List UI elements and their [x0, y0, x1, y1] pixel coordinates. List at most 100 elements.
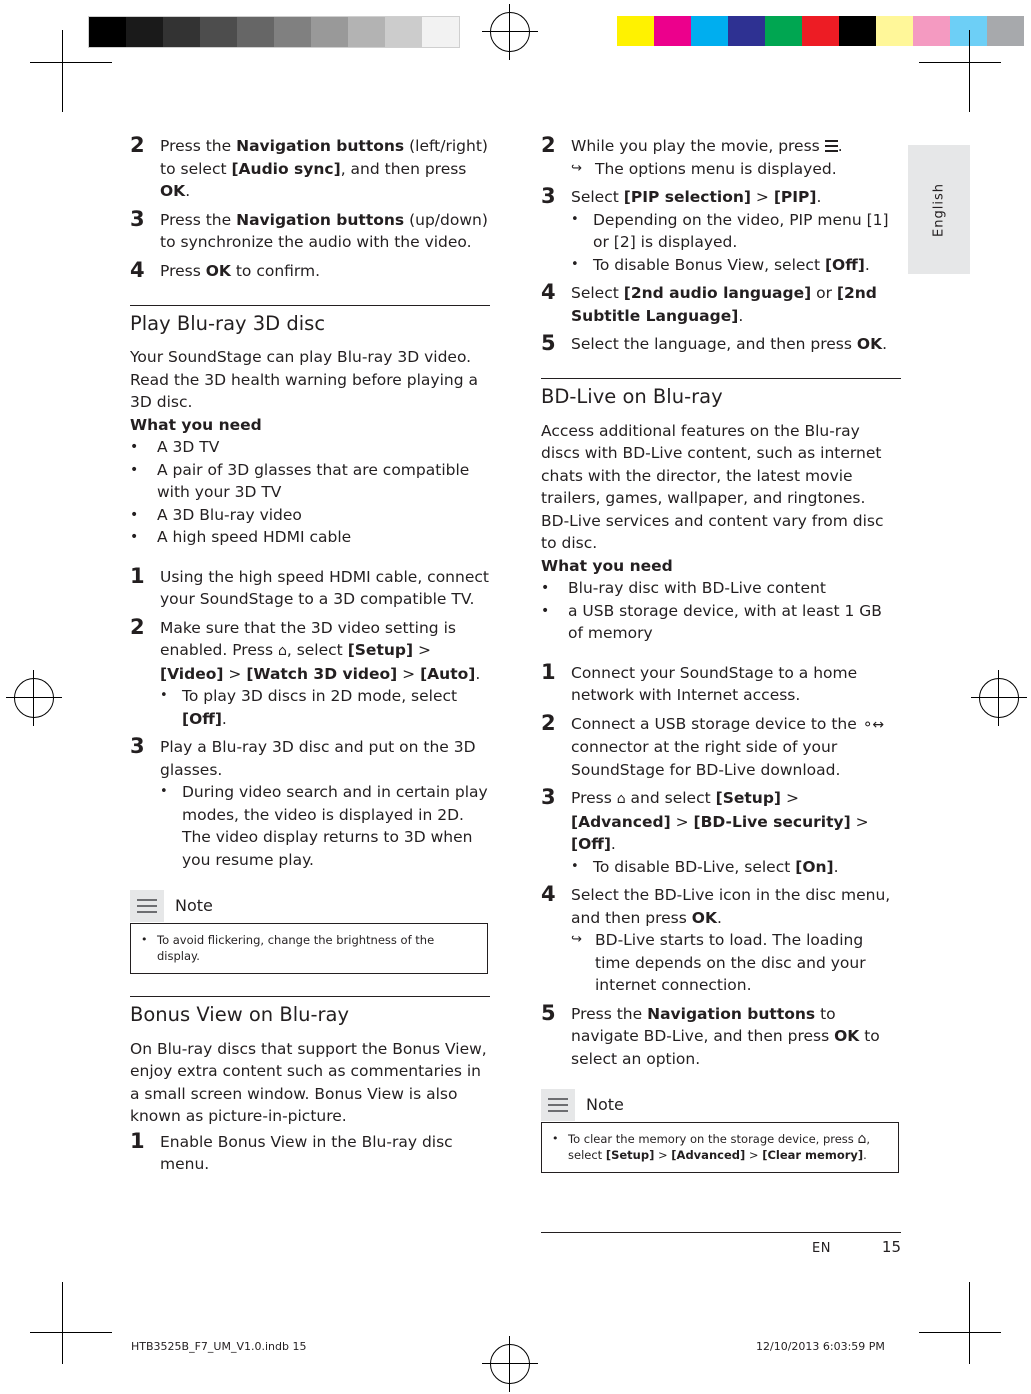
crop-mark — [62, 1282, 63, 1364]
result-text: BD-Live starts to load. The loading time… — [595, 929, 901, 997]
sub-bullet-text: To disable Bonus View, select [Off]. — [593, 254, 901, 277]
body-text: . — [833, 857, 839, 876]
numbered-step: 1 Connect your SoundStage to a home netwo… — [541, 659, 901, 707]
step-paragraph: Make sure that the 3D video setting is e… — [160, 617, 490, 686]
step-number: 1 — [541, 659, 556, 684]
step-paragraph: Enable Bonus View in the Blu-ray disc me… — [160, 1131, 490, 1176]
emphasized-text: [Setup] — [347, 641, 414, 659]
numbered-step: 2 Press the Navigation buttons (left/righ… — [130, 132, 490, 203]
step-number: 2 — [130, 614, 145, 639]
step-text: Select the BD-Live icon in the disc menu… — [571, 881, 901, 997]
calibration-swatch — [311, 17, 348, 47]
requirements-list: • A 3D TV • A pair of 3D glasses that are c… — [130, 436, 490, 549]
bullet-text: A high speed HDMI cable — [157, 528, 352, 546]
step-number: 3 — [541, 184, 556, 208]
numbered-step: 3 Press ⌂ and select [Setup] > [Advanced]… — [541, 784, 901, 878]
registration-mark-bottom — [482, 1336, 538, 1392]
emphasized-text: [Audio sync] — [231, 159, 341, 178]
bullet-text: A pair of 3D glasses that are compatible… — [157, 460, 470, 502]
note-body: • To clear the memory on the storage devi… — [541, 1122, 899, 1173]
step-paragraph: Play a Blu-ray 3D disc and put on the 3D… — [160, 736, 490, 781]
sub-bullet-item: • During video search and in certain play… — [160, 781, 490, 871]
calibration-swatch — [126, 17, 163, 47]
bullet-dot-icon: • — [160, 688, 168, 703]
body-text: > — [670, 812, 694, 831]
numbered-step: 3 Select [PIP selection] > [PIP]. • Dependi… — [541, 183, 901, 276]
bullet-dot-icon: • — [541, 602, 550, 619]
body-text: Select — [571, 188, 624, 206]
numbered-step: 4 Select [2nd audio language] or [2nd Sub… — [541, 279, 901, 327]
step-number: 1 — [130, 1128, 145, 1153]
emphasized-text: [Advanced] — [571, 812, 671, 831]
calibration-swatch — [89, 17, 126, 47]
emphasized-text: OK — [856, 335, 883, 353]
bullet-text: A 3D TV — [157, 438, 220, 456]
numbered-step: 1 Using the high speed HDMI cable, connec… — [130, 563, 490, 611]
emphasized-text: [Off] — [571, 835, 611, 853]
imprint-timestamp: 12/10/2013 6:03:59 PM — [756, 1340, 885, 1353]
calibration-swatch — [802, 16, 839, 46]
body-text: To clear the memory on the storage devic… — [568, 1132, 858, 1146]
body-text: Enable Bonus View in the Blu-ray disc me… — [160, 1132, 453, 1174]
section-heading: Bonus View on Blu-ray — [130, 996, 490, 1031]
crop-mark — [969, 1282, 970, 1364]
page-footer: EN 15 — [541, 1232, 901, 1256]
body-text: Press the — [571, 1004, 648, 1023]
step-paragraph: Press ⌂ and select [Setup] > [Advanced] … — [571, 787, 901, 856]
body-text: > — [223, 664, 247, 683]
bullet-item: • A 3D TV — [130, 436, 490, 459]
page-number: 15 — [881, 1238, 901, 1256]
body-text: , select — [286, 641, 348, 659]
calibration-swatch — [987, 16, 1024, 46]
body-text: Using the high speed HDMI cable, connect… — [160, 567, 489, 609]
calibration-swatch — [348, 17, 385, 47]
sub-bullet-item: • To disable BD-Live, select [On]. — [571, 856, 901, 879]
body-text: . — [837, 137, 843, 155]
emphasized-text: [On] — [795, 857, 834, 876]
note-box: Note • To avoid flickering, change the bri… — [130, 889, 488, 974]
section-intro: On Blu-ray discs that support the Bonus … — [130, 1039, 487, 1126]
step-paragraph: Press the Navigation buttons (up/down) t… — [160, 209, 490, 254]
step-paragraph: Connect your SoundStage to a home networ… — [571, 662, 901, 707]
bullet-dot-icon: • — [141, 933, 148, 946]
registration-mark-mid-right — [971, 670, 1027, 726]
step-text: Select [2nd audio language] or [2nd Subt… — [571, 279, 901, 327]
numbered-step: 4 Select the BD-Live icon in the disc men… — [541, 881, 901, 997]
calibration-swatch — [274, 17, 311, 47]
bullet-item: • A 3D Blu-ray video — [130, 504, 490, 527]
body-text: . — [738, 306, 744, 325]
body-text: , and then press — [340, 159, 467, 178]
body-text: Press — [160, 261, 206, 280]
calibration-swatch — [839, 16, 876, 46]
section-intro-2: BD-Live services and content vary from d… — [541, 511, 884, 553]
step-text: Press the Navigation buttons (up/down) t… — [160, 206, 490, 254]
step-text: Press the Navigation buttons to navigate… — [571, 1000, 901, 1071]
section-intro: Access additional features on the Blu-ra… — [541, 421, 882, 508]
section-heading: BD-Live on Blu-ray — [541, 378, 901, 413]
color-calibration-bar — [617, 16, 1024, 46]
emphasized-text: [BD-Live security] — [693, 812, 851, 831]
step-text: Enable Bonus View in the Blu-ray disc me… — [160, 1128, 490, 1176]
body-text: To play 3D discs in 2D mode, select — [182, 687, 458, 705]
body-text: Connect a USB storage device to the — [571, 714, 862, 733]
bullet-item: • A pair of 3D glasses that are compatibl… — [130, 459, 490, 504]
section-header-wrap: Play Blu-ray 3D disc — [130, 304, 490, 340]
calibration-swatch — [876, 16, 913, 46]
step-text: Press ⌂ and select [Setup] > [Advanced] … — [571, 784, 901, 878]
body-text: Press the — [160, 210, 237, 229]
sub-bullet-list: • To play 3D discs in 2D mode, select [Of… — [160, 685, 490, 730]
numbered-step: 5 Select the language, and then press OK. — [541, 330, 901, 356]
bullet-dot-icon: • — [130, 461, 139, 478]
calibration-swatch — [765, 16, 802, 46]
step-text: Press OK to confirm. — [160, 257, 490, 283]
bullet-dot-icon: • — [571, 211, 579, 227]
step-text: Connect a USB storage device to the ⚬↔ c… — [571, 710, 901, 782]
emphasized-text: [Clear memory] — [762, 1148, 864, 1162]
step-text: Select [PIP selection] > [PIP]. • Dependin… — [571, 183, 901, 276]
bullet-dot-icon: • — [552, 1132, 559, 1145]
step-paragraph: While you play the movie, press . — [571, 135, 901, 158]
note-header: Note — [541, 1088, 899, 1122]
body-text: Press — [571, 789, 617, 807]
step-text: Make sure that the 3D video setting is e… — [160, 614, 490, 731]
